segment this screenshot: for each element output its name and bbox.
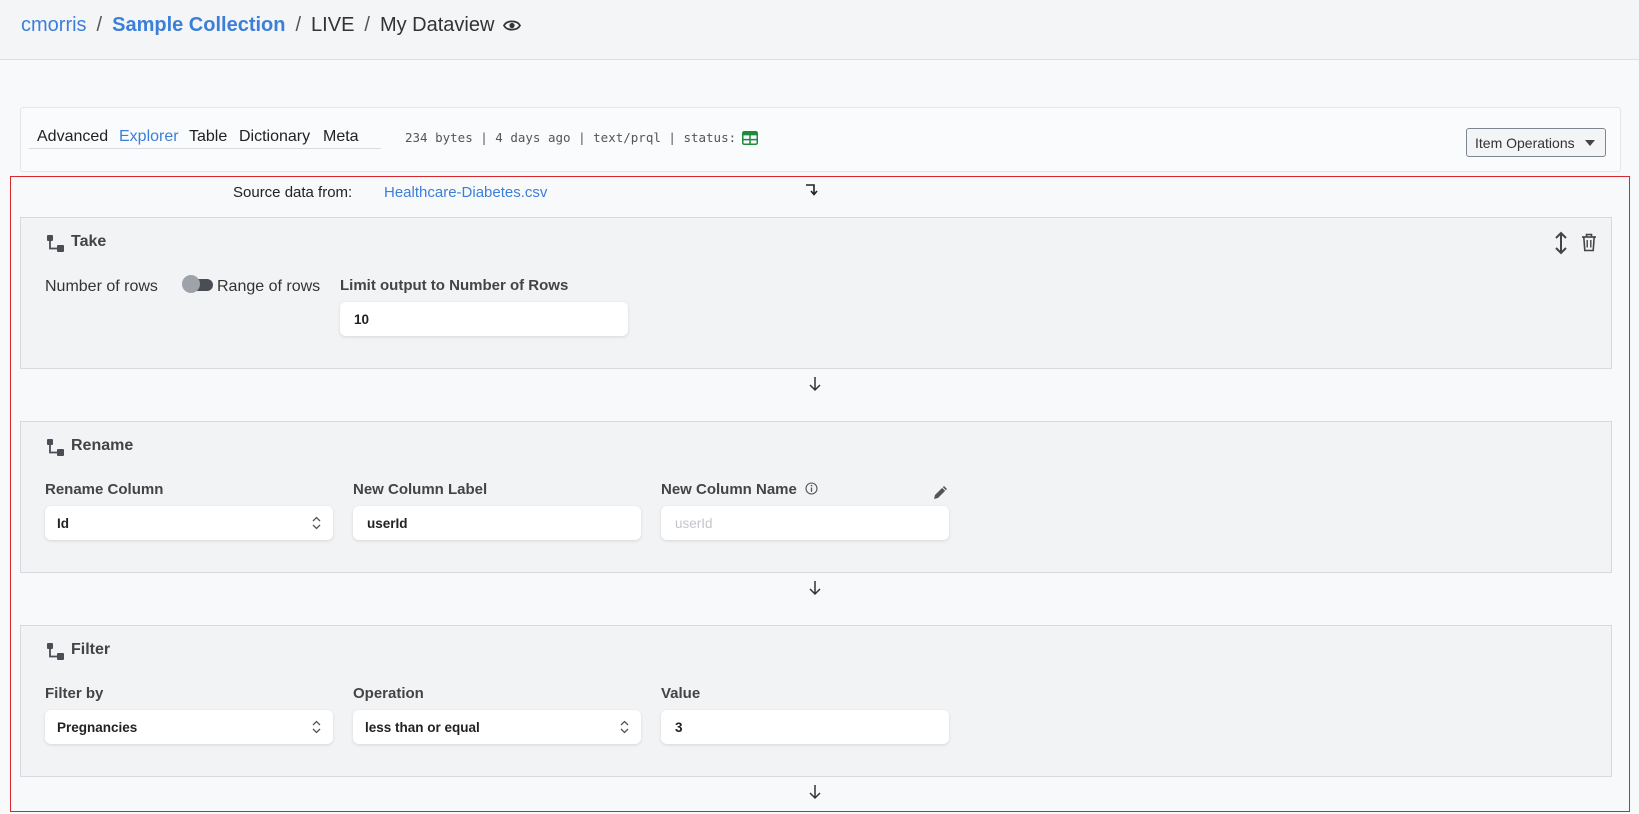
new-column-label-label: New Column Label bbox=[353, 481, 488, 498]
new-column-label-input[interactable] bbox=[353, 506, 641, 540]
filter-by-select[interactable]: Pregnancies bbox=[45, 710, 333, 744]
rename-column-label: Rename Column bbox=[45, 481, 164, 498]
filter-by-value: Pregnancies bbox=[57, 719, 138, 735]
number-of-rows-label: Number of rows bbox=[45, 278, 158, 295]
range-of-rows-label: Range of rows bbox=[217, 278, 321, 295]
breadcrumb-collection-link[interactable]: Sample Collection bbox=[112, 14, 285, 37]
toggle-knob bbox=[182, 275, 200, 293]
rows-mode-toggle[interactable] bbox=[182, 275, 213, 293]
take-step: Take Number of rows Range of rows Limit … bbox=[20, 217, 1612, 369]
source-file-link[interactable]: Healthcare-Diabetes.csv bbox=[384, 184, 547, 201]
breadcrumb-separator: / bbox=[364, 14, 370, 36]
limit-rows-input[interactable] bbox=[340, 302, 628, 336]
breadcrumb: cmorris / Sample Collection / LIVE / My … bbox=[21, 14, 522, 37]
item-operations-button[interactable]: Item Operations bbox=[1466, 128, 1606, 157]
rename-column-select[interactable]: Id bbox=[45, 506, 333, 540]
filter-by-label: Filter by bbox=[45, 685, 104, 702]
operation-label: Operation bbox=[353, 685, 424, 702]
tab-advanced[interactable]: Advanced bbox=[37, 128, 108, 146]
info-icon[interactable] bbox=[805, 481, 818, 499]
breadcrumb-user-link[interactable]: cmorris bbox=[21, 14, 87, 37]
breadcrumb-environment: LIVE bbox=[311, 14, 355, 36]
step-node-icon bbox=[46, 234, 65, 258]
operation-value: less than or equal bbox=[365, 719, 480, 735]
tab-dictionary[interactable]: Dictionary bbox=[239, 128, 310, 146]
select-arrows-icon bbox=[620, 720, 629, 737]
down-arrow-icon bbox=[808, 784, 822, 805]
new-column-name-input[interactable] bbox=[661, 506, 949, 540]
limit-rows-value[interactable] bbox=[352, 310, 616, 328]
filter-value-input[interactable] bbox=[661, 710, 949, 744]
top-bar: cmorris / Sample Collection / LIVE / My … bbox=[0, 0, 1639, 60]
tabs-card: Advanced Explorer Table Dictionary Meta … bbox=[20, 107, 1621, 172]
select-arrows-icon bbox=[312, 720, 321, 737]
operation-select[interactable]: less than or equal bbox=[353, 710, 641, 744]
breadcrumb-dataview: My Dataview bbox=[379, 14, 495, 36]
breadcrumb-separator: / bbox=[96, 14, 103, 36]
down-arrow-icon bbox=[808, 376, 822, 397]
pencil-icon[interactable] bbox=[932, 484, 949, 506]
breadcrumb-separator: / bbox=[295, 14, 302, 36]
limit-rows-label: Limit output to Number of Rows bbox=[340, 277, 569, 294]
new-column-name-value[interactable] bbox=[673, 514, 937, 532]
new-column-name-label: New Column Name bbox=[661, 481, 818, 499]
filter-value-label: Value bbox=[661, 685, 701, 702]
tab-bar: Advanced Explorer Table Dictionary Meta bbox=[29, 118, 381, 149]
rename-column-value: Id bbox=[57, 515, 69, 531]
pipeline-editor: Source data from: Healthcare-Diabetes.cs… bbox=[10, 176, 1630, 812]
step-node-icon bbox=[46, 438, 65, 462]
select-arrows-icon bbox=[312, 516, 321, 533]
tab-meta[interactable]: Meta bbox=[323, 128, 359, 146]
filter-step: Filter Filter by Pregnancies Operation l… bbox=[20, 625, 1612, 777]
step-node-icon bbox=[46, 642, 65, 666]
caret-down-icon bbox=[1585, 139, 1595, 146]
rename-step-title: Rename bbox=[71, 437, 134, 454]
table-status-icon bbox=[742, 130, 759, 145]
eye-icon[interactable] bbox=[503, 19, 522, 32]
down-arrow-icon bbox=[808, 580, 822, 601]
item-operations-label: Item Operations bbox=[1475, 134, 1575, 151]
tab-explorer[interactable]: Explorer bbox=[119, 128, 179, 146]
new-column-name-label-text: New Column Name bbox=[661, 481, 797, 498]
reorder-icon[interactable] bbox=[1554, 231, 1568, 260]
tab-table[interactable]: Table bbox=[189, 128, 227, 146]
take-step-title: Take bbox=[71, 233, 107, 250]
filter-step-title: Filter bbox=[71, 641, 111, 658]
source-label: Source data from: bbox=[233, 184, 353, 201]
item-meta: 234 bytes | 4 days ago | text/prql | sta… bbox=[405, 130, 759, 145]
item-meta-info: 234 bytes | 4 days ago | text/prql | sta… bbox=[405, 130, 737, 145]
rename-step: Rename Rename Column Id New Column Label… bbox=[20, 421, 1612, 573]
trash-icon[interactable] bbox=[1581, 233, 1597, 257]
new-column-label-value[interactable] bbox=[365, 514, 629, 532]
turn-down-arrow-icon bbox=[804, 181, 820, 202]
filter-value-value[interactable] bbox=[673, 718, 937, 736]
